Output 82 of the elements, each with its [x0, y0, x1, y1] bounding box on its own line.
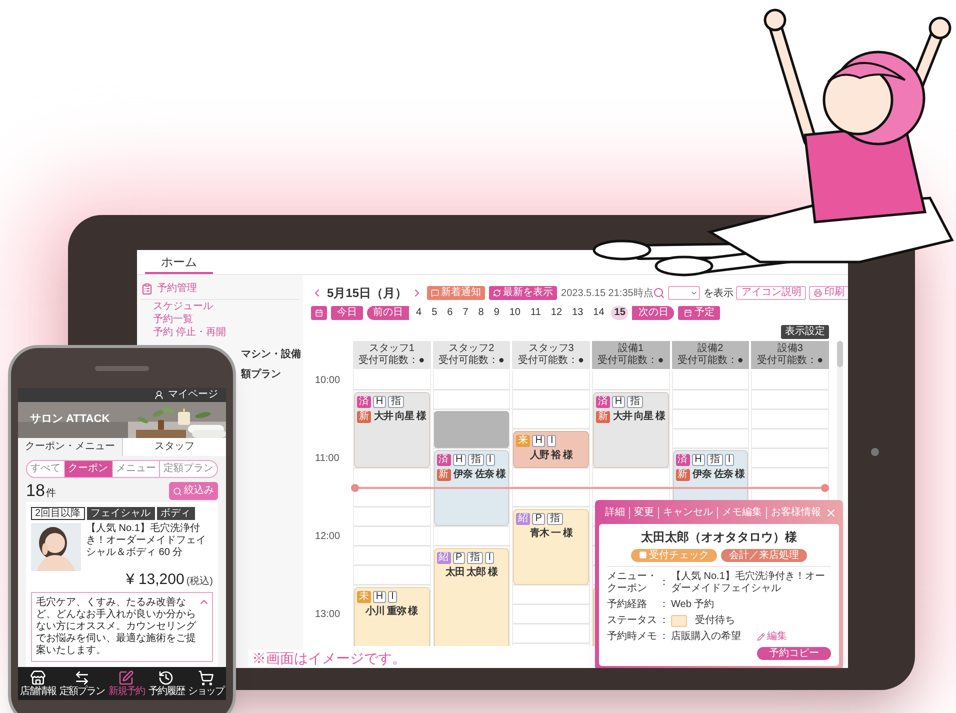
customer-name: 太田太郎（オオタタロウ）様 [641, 530, 797, 545]
result-count: 18 [26, 481, 45, 501]
tag: ボディ [156, 507, 195, 520]
capacity-text: 受付可能数：● [518, 355, 584, 367]
tag: H [372, 590, 386, 602]
tag: H [612, 396, 626, 408]
customer-name: 人野 裕 様 [530, 450, 572, 462]
section-title: 予約管理 [157, 283, 197, 295]
tag: I [388, 590, 397, 602]
tag: 指 [546, 512, 563, 524]
tag: 指 [468, 454, 484, 466]
status-tag: 済 [676, 454, 690, 466]
column-title: スタッフ3 [528, 343, 574, 354]
tag: I [724, 454, 734, 466]
description-text: 毛穴ケア、くすみ、たるみ改善など、どんなお手入れが良いか分からない方にオススメ。カウンセリングでお悩みを伺い、最適な施術をご提案いたします。 [36, 597, 196, 657]
customer-name: 小川 重弥 様 [366, 606, 418, 618]
field-separator: ： [659, 614, 670, 627]
status-tag: 未 [356, 590, 371, 602]
status-tag: 新 [676, 469, 690, 481]
show-label: を表示 [703, 286, 734, 300]
capacity-text: 受付可能数：● [438, 355, 504, 367]
timestamp: 2023.5.15 21:35時点 [561, 286, 654, 300]
field-value: Web 予約 [671, 598, 716, 611]
status-tag: 済 [596, 396, 610, 408]
capacity-text: 受付可能数：● [358, 355, 425, 367]
tag: I [486, 454, 495, 466]
tag: 2回目以降 [31, 507, 85, 520]
tag: P [532, 512, 545, 524]
count-unit: 件 [46, 487, 56, 501]
customer-name: 伊奈 佐奈 様 [692, 469, 745, 481]
time-label: 10:00 [315, 375, 340, 387]
column-title: 設備2 [698, 343, 724, 354]
coupon-title: 【人気 No.1】毛穴洗浄付き！オーダーメイドフェイシャル＆ボディ 60 分 [86, 523, 207, 560]
tag: H [532, 434, 546, 446]
customer-name: 大井 向星 様 [374, 410, 426, 422]
field-separator: ： [659, 598, 670, 611]
field-label: 予約経路 [607, 598, 648, 611]
field-value: 【人気 No.1】毛穴洗浄付き！オーダーメイドフェイシャル [671, 570, 826, 595]
field-value: 受付待ち [695, 614, 735, 627]
tax-note: (税込) [186, 574, 213, 589]
customer-name: 大井 向星 様 [612, 410, 665, 422]
tag: 指 [627, 396, 644, 408]
tag: 指 [467, 552, 484, 564]
status-tag: 来 [516, 434, 530, 446]
status-tag: 新 [596, 410, 610, 422]
customer-name: 太田 太郎 様 [445, 566, 498, 578]
field-separator: ： [659, 630, 670, 643]
tag: 指 [388, 396, 404, 408]
tag: H [372, 396, 386, 408]
status-tag: 紹 [436, 552, 451, 564]
tag: H [692, 454, 705, 466]
status-tag: 済 [436, 454, 451, 466]
column-title: 設備1 [618, 343, 644, 354]
date-title: 5月15日（月） [327, 285, 408, 302]
tag: 指 [706, 454, 723, 466]
time-label: 11:00 [315, 453, 340, 465]
time-label: 12:00 [315, 531, 340, 543]
tag: H [452, 454, 466, 466]
price: ¥ 13,200 [126, 571, 184, 589]
field-label: ステータス [607, 614, 658, 627]
column-title: スタッフ1 [368, 343, 414, 354]
capacity-text: 受付可能数：● [757, 355, 824, 367]
field-label: 予約時メモ [607, 630, 658, 643]
column-title: スタッフ2 [448, 343, 494, 354]
customer-name: 伊奈 佐奈 様 [454, 469, 506, 481]
column-title: 設備3 [777, 343, 803, 354]
tag: I [547, 434, 556, 446]
field-label: メニュー・クーポン [607, 570, 658, 595]
customer-name: 青木 一 様 [530, 528, 572, 540]
capacity-text: 受付可能数：● [598, 355, 664, 367]
status-tag: 新 [436, 469, 451, 481]
salon-name: サロン ATTACK [30, 412, 110, 426]
field-value: 店販購入の希望 [671, 630, 741, 643]
tag: I [485, 552, 494, 564]
status-tag: 紹 [516, 512, 530, 524]
tag: P [452, 552, 466, 564]
field-separator: ： [659, 576, 670, 589]
status-tag: 済 [356, 396, 371, 408]
tag: フェイシャル [86, 507, 155, 520]
capacity-text: 受付可能数：● [677, 355, 744, 367]
status-tag: 新 [356, 410, 371, 422]
time-label: 13:00 [315, 609, 340, 621]
